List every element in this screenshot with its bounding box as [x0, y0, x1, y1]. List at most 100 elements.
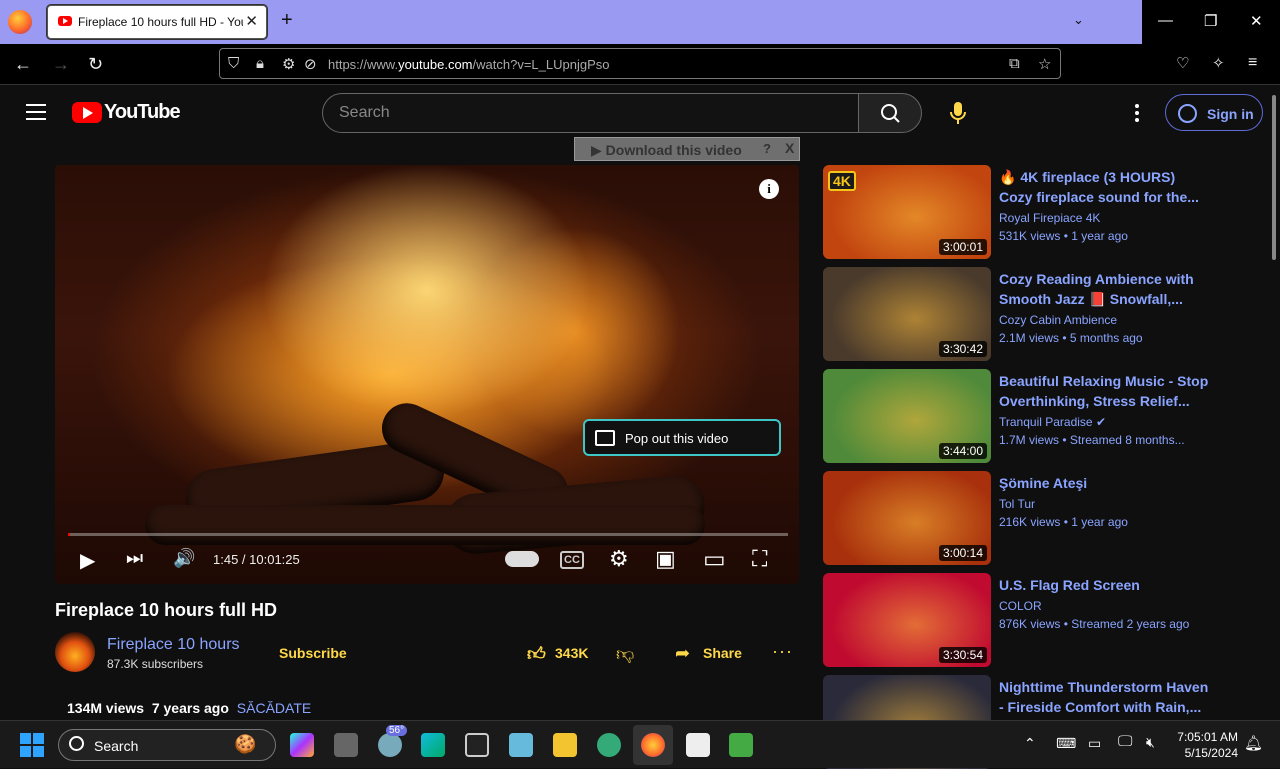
tab-youtube[interactable]: Fireplace 10 hours full HD - YouTube ✕	[47, 5, 267, 39]
search-button[interactable]	[858, 93, 922, 133]
tracking-blocked-icon[interactable]: ⊘	[304, 55, 317, 73]
recommendation-channel[interactable]: Tol Tur	[999, 497, 1035, 511]
sign-in-button[interactable]: Sign in	[1165, 94, 1263, 131]
bookmark-star-icon[interactable]: ☆	[1038, 55, 1051, 73]
channel-avatar[interactable]	[55, 632, 95, 672]
next-button[interactable]: ⏭	[126, 548, 143, 570]
subscriber-count: 87.3K subscribers	[107, 657, 204, 671]
download-video-button[interactable]: ▶ Download this video	[591, 142, 742, 159]
hamburger-menu-icon[interactable]	[26, 104, 46, 120]
permissions-icon[interactable]: ⚙︎	[282, 55, 295, 73]
recommendation-item[interactable]: 3:00:14 Şömine Ateşi Tol Tur 216K views • 1…	[823, 471, 1223, 565]
search-input[interactable]	[322, 93, 859, 133]
recommendation-thumbnail[interactable]: 4K 3:00:01	[823, 165, 991, 259]
volume-muted-icon[interactable]: 🔇︎	[1146, 734, 1155, 751]
back-button[interactable]: ←	[14, 54, 32, 75]
progress-bar[interactable]	[68, 533, 788, 536]
tab-close-icon[interactable]: ✕	[245, 12, 258, 30]
video-player[interactable]	[55, 165, 799, 584]
control-panel-icon[interactable]	[509, 733, 533, 757]
taskbar-clock[interactable]: 7:05:01 AM 5/15/2024	[1176, 729, 1238, 761]
recommendation-title[interactable]: Nighttime Thunderstorm Haven - Fireside …	[999, 677, 1209, 717]
subscribe-button[interactable]: Subscribe	[279, 645, 347, 661]
channel-name[interactable]: Fireplace 10 hours	[107, 636, 240, 654]
volume-button[interactable]: 🔊	[173, 548, 195, 569]
picture-in-picture-icon[interactable]: ⧉	[1009, 55, 1020, 72]
new-tab-button[interactable]: +	[281, 9, 293, 32]
recommendation-title[interactable]: Beautiful Relaxing Music - Stop Overthin…	[999, 371, 1209, 411]
network-app-icon[interactable]	[597, 733, 621, 757]
recommendation-item[interactable]: 3:30:54 U.S. Flag Red Screen COLOR 876K vie…	[823, 573, 1223, 667]
like-button[interactable]: 👍︎ 343K	[527, 643, 588, 665]
fullscreen-button[interactable]: ⛶	[752, 546, 767, 572]
extensions-icon[interactable]: ✧	[1212, 54, 1225, 72]
scrollbar[interactable]	[1272, 95, 1276, 260]
recommendation-item[interactable]: 3:44:00 Beautiful Relaxing Music - Stop O…	[823, 369, 1223, 463]
pocket-icon[interactable]: ♡	[1176, 54, 1189, 72]
url-bar[interactable]: ⛉ 🔒︎ ⚙︎ ⊘ https://www.youtube.com/watch?…	[219, 48, 1061, 79]
download-close-icon[interactable]: X	[785, 140, 794, 156]
recommendation-title[interactable]: U.S. Flag Red Screen	[999, 575, 1209, 595]
url-text[interactable]: https://www.youtube.com/watch?v=L_LUpnjg…	[328, 57, 609, 72]
app-menu-icon[interactable]: ≡	[1248, 54, 1257, 72]
time-display: 1:45 / 10:01:25	[213, 552, 300, 567]
keyboard-icon[interactable]: ⌨	[1056, 735, 1076, 752]
tray-chevron-icon[interactable]: ⌃	[1024, 735, 1036, 752]
download-help-icon[interactable]: ?	[763, 141, 771, 156]
file-explorer-icon[interactable]	[553, 733, 577, 757]
shield-icon[interactable]: ⛉	[228, 55, 239, 72]
restore-button[interactable]: ❐	[1204, 12, 1217, 30]
share-button[interactable]: ➦ Share	[675, 643, 742, 664]
taskbar-search[interactable]: Search 🍪	[58, 729, 276, 761]
duration-badge: 3:00:01	[938, 239, 987, 255]
settings-kebab-icon[interactable]	[1130, 102, 1144, 124]
recommendation-thumbnail[interactable]: 3:44:00	[823, 369, 991, 463]
play-button[interactable]: ▶	[80, 548, 95, 573]
recommendation-thumbnail[interactable]: 3:00:14	[823, 471, 991, 565]
weather-icon[interactable]	[378, 733, 402, 757]
settings-gear-icon[interactable]: ⚙	[609, 546, 629, 572]
network-icon[interactable]: 🖵	[1118, 733, 1132, 750]
recommendation-thumbnail[interactable]: 3:30:42	[823, 267, 991, 361]
edge-icon[interactable]	[421, 733, 445, 757]
youtube-logo-icon[interactable]	[72, 102, 102, 123]
theater-mode-button[interactable]: ▭	[703, 545, 726, 574]
firefox-taskbar-icon[interactable]	[641, 733, 665, 757]
lock-icon[interactable]: 🔒︎	[256, 55, 264, 72]
notepad-icon[interactable]	[686, 733, 710, 757]
list-all-tabs-icon[interactable]: ⌄	[1073, 12, 1084, 28]
task-view-icon[interactable]	[334, 733, 358, 757]
recommendation-item[interactable]: 4K 3:00:01 🔥 4K fireplace (3 HOURS) Cozy f…	[823, 165, 1223, 259]
miniplayer-button[interactable]: ▣	[655, 546, 676, 572]
battery-icon[interactable]: ▭	[1088, 735, 1101, 752]
notes-app-icon[interactable]	[729, 733, 753, 757]
recommendation-channel[interactable]: Tranquil Paradise ✔	[999, 415, 1106, 429]
recommendation-title[interactable]: Şömine Ateşi	[999, 473, 1209, 493]
microphone-icon[interactable]	[946, 100, 970, 126]
info-icon[interactable]: i	[759, 179, 779, 199]
copilot-icon[interactable]	[290, 733, 314, 757]
firefox-menu-icon[interactable]	[8, 10, 32, 34]
recommendation-channel[interactable]: Cozy Cabin Ambience	[999, 313, 1117, 327]
video-tag[interactable]: SĂCĂDATE	[237, 700, 311, 716]
windows-start-icon[interactable]	[20, 733, 44, 757]
recommendation-channel[interactable]: Royal Firepiace 4K	[999, 211, 1100, 225]
pop-out-video-button[interactable]: Pop out this video	[583, 419, 781, 456]
more-actions-button[interactable]: ···	[772, 641, 793, 662]
recommendation-thumbnail[interactable]: 3:30:54	[823, 573, 991, 667]
close-window-button[interactable]: ✕	[1250, 12, 1263, 30]
recommendation-channel[interactable]: COLOR	[999, 599, 1042, 613]
terminal-icon[interactable]	[465, 733, 489, 757]
captions-button[interactable]: CC	[560, 551, 584, 569]
dislike-button[interactable]: 👎︎	[616, 643, 634, 665]
reload-button[interactable]: ↻	[88, 54, 103, 75]
recommendation-title[interactable]: 🔥 4K fireplace (3 HOURS) Cozy fireplace …	[999, 167, 1209, 207]
recommendation-title[interactable]: Cozy Reading Ambience with Smooth Jazz 📕…	[999, 269, 1209, 309]
youtube-logo-text[interactable]: YouTube	[104, 101, 181, 124]
notifications-bell-icon[interactable]: 🔔︎	[1244, 734, 1263, 752]
autoplay-toggle[interactable]	[505, 551, 539, 567]
recommendation-item[interactable]: 3:30:42 Cozy Reading Ambience with Smooth…	[823, 267, 1223, 361]
minimize-button[interactable]: —	[1158, 12, 1173, 29]
forward-button[interactable]: →	[52, 54, 70, 75]
download-video-bar[interactable]: ▶ Download this video ? X	[574, 137, 800, 161]
